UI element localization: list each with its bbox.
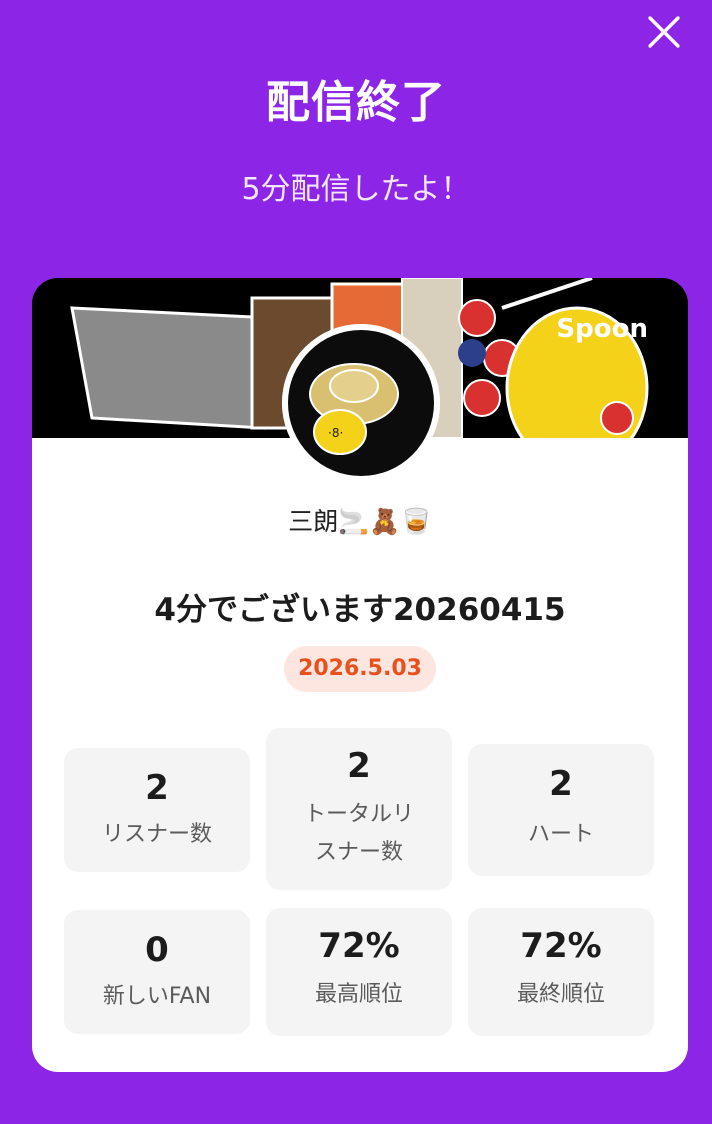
stream-title: 4分でございます20260415 <box>154 592 566 628</box>
stat-hearts: 2 ハート <box>468 744 654 876</box>
page-subtitle: 5分配信したよ！ <box>241 172 471 207</box>
summary-card: Spoon ·8· 三朗🚬🧸🥃 4分でございます20260415 2026.5.… <box>32 278 688 1072</box>
close-button[interactable] <box>644 12 684 52</box>
stat-final-rank: 72% 最終順位 <box>468 908 654 1036</box>
stat-listeners: 2 リスナー数 <box>64 748 250 872</box>
avatar: ·8· <box>282 324 440 482</box>
date-badge: 2026.5.03 <box>284 646 436 692</box>
close-icon <box>648 16 680 48</box>
stat-new-fans: 0 新しいFAN <box>64 910 250 1034</box>
svg-text:·8·: ·8· <box>328 426 343 440</box>
username: 三朗🚬🧸🥃 <box>288 507 432 536</box>
stat-total-listeners: 2 トータルリスナー数 <box>266 728 452 890</box>
brand-logo: Spoon <box>556 314 648 344</box>
stat-highest-rank: 72% 最高順位 <box>266 908 452 1036</box>
page-title: 配信終了 <box>266 77 446 128</box>
